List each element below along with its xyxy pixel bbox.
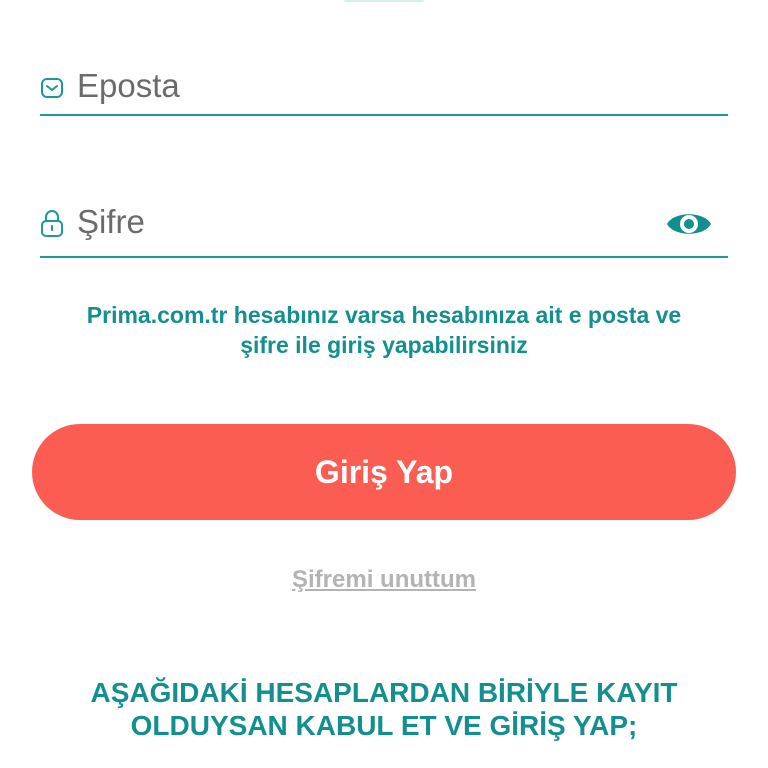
forgot-password-link[interactable]: Şifremi unuttum	[0, 566, 768, 594]
lock-icon	[41, 210, 63, 237]
mail-icon	[41, 78, 63, 98]
email-input[interactable]	[77, 64, 672, 108]
password-input[interactable]	[77, 200, 672, 244]
login-info-text: Prima.com.tr hesabınız varsa hesabınıza …	[30, 300, 738, 360]
info-text-line-2: şifre ile giriş yapabilirsiniz	[240, 332, 528, 358]
email-field-group	[40, 56, 728, 116]
password-field-group	[40, 194, 728, 258]
info-text-line-1: Prima.com.tr hesabınız varsa hesabınıza …	[86, 302, 682, 328]
login-page: Prima.com.tr hesabınız varsa hesabınıza …	[0, 0, 768, 768]
login-button[interactable]: Giriş Yap	[32, 424, 736, 520]
social-login-heading: AŞAĞIDAKİ HESAPLARDAN BİRİYLE KAYIT OLDU…	[30, 676, 738, 742]
drag-handle	[344, 0, 424, 2]
social-heading-line-2: OLDUYSAN KABUL ET VE GİRİŞ YAP;	[130, 710, 638, 741]
social-heading-line-1: AŞAĞIDAKİ HESAPLARDAN BİRİYLE KAYIT	[90, 677, 678, 708]
eye-icon[interactable]	[666, 208, 712, 240]
